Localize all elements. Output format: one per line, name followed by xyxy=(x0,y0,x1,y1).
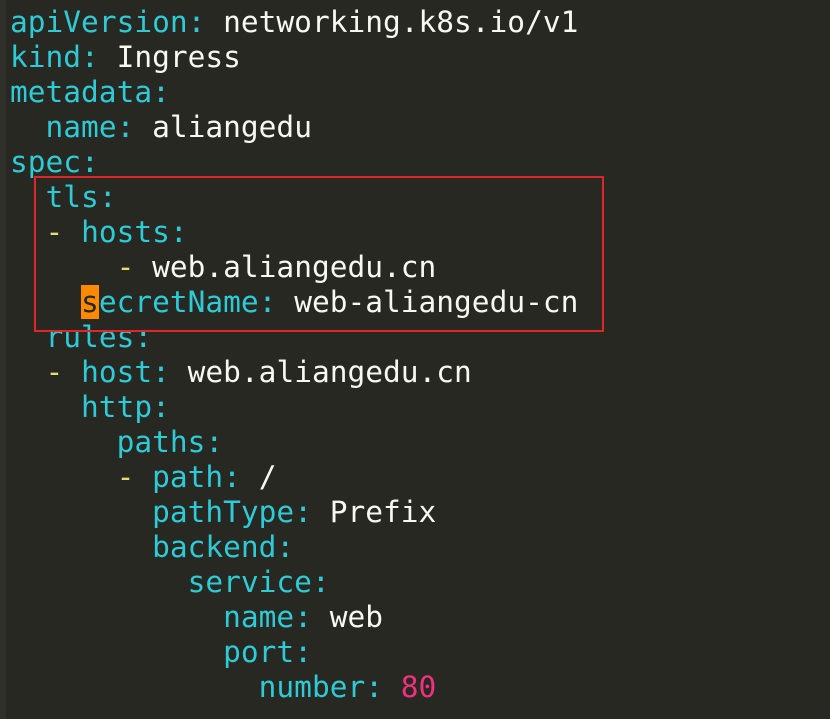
yaml-key: name xyxy=(223,600,295,634)
code-line[interactable]: metadata: xyxy=(10,75,170,110)
yaml-separator: : xyxy=(152,390,170,424)
list-dash: - xyxy=(45,355,82,389)
yaml-value: / xyxy=(258,460,277,494)
yaml-separator: : xyxy=(152,75,170,109)
code-line[interactable]: apiVersion: networking.k8s.io/v1 xyxy=(10,5,578,40)
yaml-separator: : xyxy=(365,670,401,704)
code-line[interactable]: paths: xyxy=(10,425,224,460)
code-line[interactable]: port: xyxy=(10,635,312,670)
code-line[interactable]: service: xyxy=(10,565,330,600)
yaml-separator: : xyxy=(294,495,330,529)
yaml-key: backend xyxy=(152,530,277,564)
yaml-value: networking.k8s.io/v1 xyxy=(223,5,579,39)
yaml-key: name xyxy=(45,110,117,144)
yaml-separator: : xyxy=(311,565,330,599)
yaml-number-value: 80 xyxy=(400,670,437,704)
code-line[interactable]: number: 80 xyxy=(10,670,437,705)
code-line[interactable]: pathType: Prefix xyxy=(10,495,436,530)
yaml-key: metadata xyxy=(10,75,153,109)
yaml-separator: : xyxy=(187,5,224,39)
yaml-key: service xyxy=(187,565,312,599)
code-line[interactable]: spec: xyxy=(10,145,99,180)
yaml-key: apiVersion xyxy=(10,5,188,39)
yaml-key: path xyxy=(152,460,224,494)
yaml-key: spec xyxy=(10,145,82,179)
yaml-value: aliangedu xyxy=(152,110,312,144)
code-line[interactable]: kind: Ingress xyxy=(10,40,241,75)
code-line[interactable]: http: xyxy=(10,390,170,425)
yaml-separator: : xyxy=(81,145,99,179)
yaml-key: number xyxy=(258,670,366,704)
yaml-separator: : xyxy=(276,530,295,564)
yaml-key: kind xyxy=(10,40,82,74)
yaml-separator: : xyxy=(205,425,224,459)
yaml-key: host xyxy=(81,355,153,389)
yaml-separator: : xyxy=(116,110,153,144)
code-line[interactable]: backend: xyxy=(10,530,294,565)
editor-gutter xyxy=(0,0,6,719)
yaml-key: paths xyxy=(116,425,206,459)
yaml-separator: : xyxy=(294,600,330,634)
code-line[interactable]: name: aliangedu xyxy=(10,110,312,145)
yaml-value: web xyxy=(329,600,384,634)
code-line[interactable]: - path: / xyxy=(10,460,277,495)
code-line[interactable]: - host: web.aliangedu.cn xyxy=(10,355,472,390)
yaml-value: Ingress xyxy=(116,40,241,74)
tls-highlight-box xyxy=(34,176,604,332)
yaml-key: pathType xyxy=(152,495,295,529)
yaml-separator: : xyxy=(81,40,117,74)
yaml-key: http xyxy=(81,390,153,424)
yaml-separator: : xyxy=(152,355,188,389)
yaml-value: web.aliangedu.cn xyxy=(187,355,472,389)
yaml-key: port xyxy=(223,635,295,669)
yaml-separator: : xyxy=(294,635,312,669)
yaml-separator: : xyxy=(223,460,259,494)
code-line[interactable]: name: web xyxy=(10,600,383,635)
list-dash: - xyxy=(116,460,153,494)
yaml-value: Prefix xyxy=(329,495,437,529)
code-editor[interactable]: apiVersion: networking.k8s.io/v1 kind: In… xyxy=(0,0,830,719)
